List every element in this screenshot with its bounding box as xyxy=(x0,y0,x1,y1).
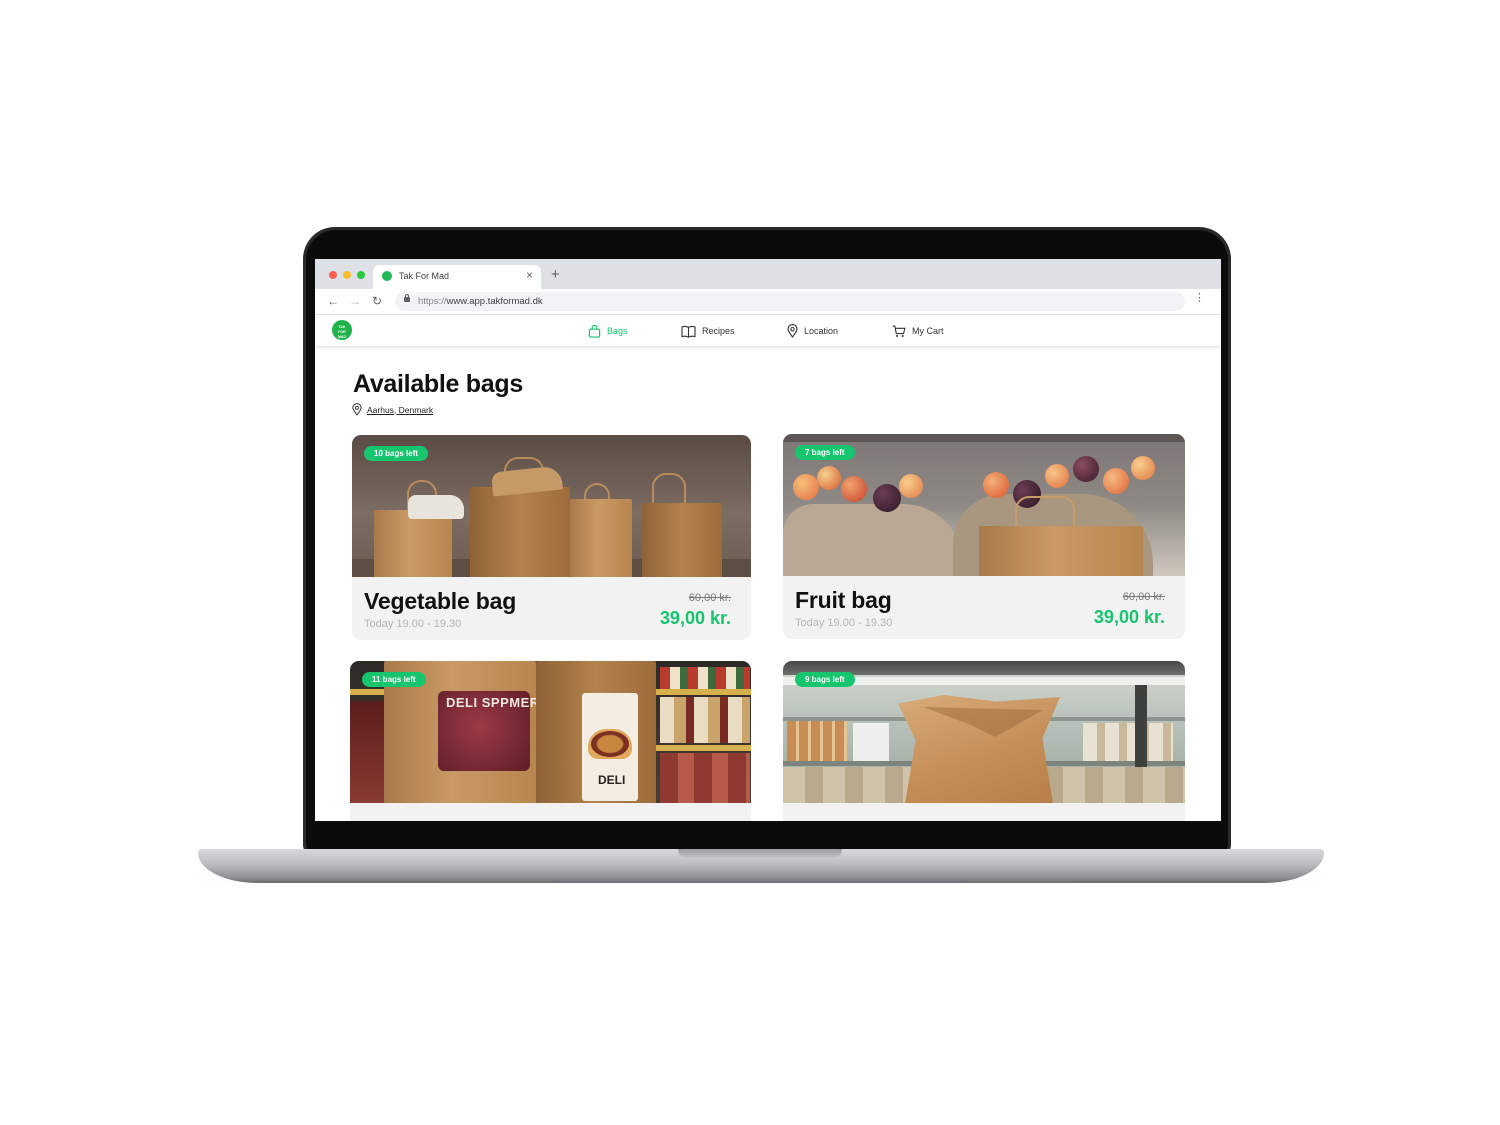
screen: Tak For Mad × + ← → ↻ https://www.app.ta… xyxy=(315,259,1221,821)
nav-item-recipes[interactable]: Recipes xyxy=(681,322,735,340)
page-title: Available bags xyxy=(353,370,523,398)
discount-price: 39,00 kr. xyxy=(1093,607,1165,627)
bags-left-badge: 10 bags left xyxy=(364,446,429,461)
original-price: 60,00 kr. xyxy=(688,592,731,604)
nav-label-recipes: Recipes xyxy=(702,326,735,336)
book-icon xyxy=(681,325,696,338)
location-link[interactable]: Aarhus, Denmark xyxy=(367,405,433,415)
bag-photo: 10 bags left xyxy=(352,435,751,577)
bag-card-store[interactable]: 9 bags left xyxy=(783,661,1185,821)
cart-icon xyxy=(892,325,906,337)
location-row[interactable]: Aarhus, Denmark xyxy=(352,403,433,416)
pickup-time: Today 19.00 - 19.30 xyxy=(795,617,893,629)
nav-item-cart[interactable]: My Cart xyxy=(892,322,944,340)
minimize-window-button[interactable] xyxy=(343,271,351,279)
app-header: TAK FOR MAD Bags Recipes Location My Cart xyxy=(315,316,1221,346)
close-window-button[interactable] xyxy=(329,271,337,279)
nav-label-bags: Bags xyxy=(607,326,628,336)
bag-card-fruit[interactable]: 7 bags left Fruit bag Today 19.00 - 19.3… xyxy=(783,434,1185,639)
laptop-notch xyxy=(678,849,842,858)
url-protocol: https:// xyxy=(418,296,447,307)
url-host: www.app.takformad.dk xyxy=(446,296,543,307)
bags-left-badge: 11 bags left xyxy=(362,672,426,687)
nav-label-location: Location xyxy=(804,326,839,336)
maximize-window-button[interactable] xyxy=(357,271,365,279)
nav-item-bags[interactable]: Bags xyxy=(588,322,628,340)
bag-photo: 7 bags left xyxy=(783,434,1185,576)
reload-icon[interactable]: ↻ xyxy=(372,294,382,308)
bag-photo: 9 bags left xyxy=(783,661,1185,803)
original-price: 60,00 kr. xyxy=(1122,591,1165,603)
nav-item-location[interactable]: Location xyxy=(787,322,838,340)
bag-photo: DELI SPPMER DELI 11 bags left xyxy=(350,661,751,803)
browser-tab[interactable]: Tak For Mad × xyxy=(373,265,541,289)
map-pin-icon xyxy=(352,403,362,416)
address-bar[interactable]: https://www.app.takformad.dk xyxy=(395,292,1185,311)
bag-card-deli[interactable]: DELI SPPMER DELI 11 bags left xyxy=(350,661,751,821)
browser-toolbar: ← → ↻ https://www.app.takformad.dk ⋮ xyxy=(315,289,1221,315)
lock-icon xyxy=(404,294,410,302)
favicon-icon xyxy=(382,271,392,281)
app-logo[interactable]: TAK FOR MAD xyxy=(332,320,352,340)
map-pin-icon xyxy=(787,324,798,338)
url-text: https://www.app.takformad.dk xyxy=(418,296,543,307)
bag-print-text: DELI SPPMER xyxy=(446,695,540,710)
bag-card-vegetable[interactable]: 10 bags left Vegetable bag Today 19.00 -… xyxy=(352,435,751,640)
forward-arrow-icon[interactable]: → xyxy=(349,294,361,308)
bag-name: Vegetable bag xyxy=(364,588,517,614)
browser-menu-icon[interactable]: ⋮ xyxy=(1194,292,1205,304)
new-tab-icon[interactable]: + xyxy=(551,267,560,283)
browser-tabbar: Tak For Mad × + xyxy=(315,259,1221,289)
discount-price: 39,00 kr. xyxy=(659,608,731,628)
bag-icon xyxy=(588,324,601,338)
tab-title: Tak For Mad xyxy=(399,271,450,281)
pickup-time: Today 19.00 - 19.30 xyxy=(364,618,462,630)
bags-left-badge: 7 bags left xyxy=(795,445,855,460)
nav-label-cart: My Cart xyxy=(912,326,944,336)
close-tab-icon[interactable]: × xyxy=(526,268,533,282)
bag-label-text: DELI xyxy=(598,773,626,787)
bag-name: Fruit bag xyxy=(795,587,892,613)
bags-left-badge: 9 bags left xyxy=(795,672,855,687)
back-arrow-icon[interactable]: ← xyxy=(327,294,339,308)
